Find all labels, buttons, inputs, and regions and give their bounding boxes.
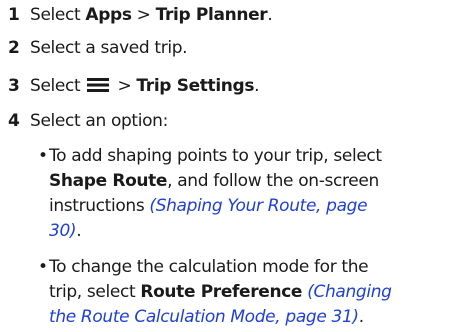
step-text: Select [30, 5, 86, 25]
shaping-route-link-page[interactable]: 30) [49, 221, 77, 241]
step-number: 3 [8, 76, 20, 96]
menu-path-apps: Apps [85, 5, 132, 25]
bullet-line: instructions (Shaping Your Route, page [38, 194, 382, 219]
step-end: . [267, 5, 273, 25]
bullet-text: trip, select [49, 282, 141, 302]
step-text: Select a saved trip. [30, 38, 188, 58]
bullet-text: , and follow the on-screen [167, 171, 379, 191]
menu-path-trip-settings: Trip Settings [136, 76, 255, 96]
bullet-text: To change the calculation mode for the [49, 257, 369, 277]
option-bullet-2: • To change the calculation mode for the … [38, 255, 392, 330]
route-preference-label: Route Preference [140, 282, 303, 302]
step-3: 3 Select > Trip Settings. [8, 75, 260, 97]
step-2: 2 Select a saved trip. [8, 37, 188, 59]
bullet-line: trip, select Route Preference (Changing [38, 280, 392, 305]
path-separator: > [131, 5, 156, 25]
step-number: 2 [8, 38, 20, 58]
menu-icon [87, 78, 110, 92]
step-text: Select [30, 76, 86, 96]
bullet-text: To add shaping points to your trip, sele… [49, 146, 382, 166]
calculation-mode-link[interactable]: (Changing [307, 282, 392, 302]
step-number: 1 [8, 5, 20, 25]
bullet-dot-icon: • [38, 257, 48, 277]
bullet-line: the Route Calculation Mode, page 31). [38, 305, 392, 330]
bullet-end: . [358, 307, 364, 327]
bullet-line: • To change the calculation mode for the [38, 255, 392, 280]
bullet-line: 30). [38, 219, 382, 244]
shape-route-label: Shape Route [49, 171, 168, 191]
bullet-line: • To add shaping points to your trip, sel… [38, 144, 382, 169]
option-bullet-1: • To add shaping points to your trip, sel… [38, 144, 382, 244]
step-1: 1 Select Apps > Trip Planner. [8, 4, 273, 26]
bullet-line: Shape Route, and follow the on-screen [38, 169, 382, 194]
menu-path-trip-planner: Trip Planner [155, 5, 268, 25]
bullet-dot-icon: • [38, 146, 48, 166]
step-text: Select an option: [30, 111, 168, 131]
calculation-mode-link-page[interactable]: the Route Calculation Mode, page 31) [49, 307, 359, 327]
step-number: 4 [8, 111, 20, 131]
bullet-text: instructions [49, 196, 150, 216]
shaping-route-link[interactable]: (Shaping Your Route, page [149, 196, 367, 216]
bullet-end: . [76, 221, 82, 241]
step-end: . [254, 76, 260, 96]
step-4: 4 Select an option: [8, 110, 168, 132]
path-separator: > [112, 76, 137, 96]
